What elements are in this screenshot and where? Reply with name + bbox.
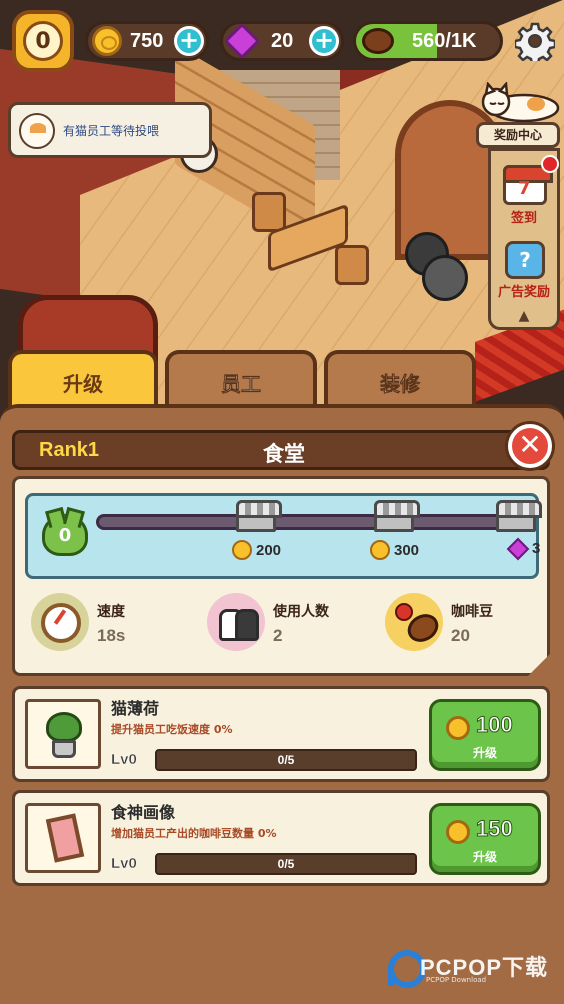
- panel-header: Rank1 食堂: [12, 430, 550, 470]
- cats-icon: [207, 593, 265, 651]
- milestone-2[interactable]: [374, 500, 420, 536]
- tab-decorate[interactable]: 装修: [324, 350, 476, 412]
- calendar-day: 7: [518, 178, 531, 199]
- player-level-badge[interactable]: 0: [12, 10, 74, 72]
- room-level-cat-icon: 0: [42, 514, 88, 556]
- plant-leaves: [46, 712, 82, 742]
- reward-cat-mascot: [478, 80, 560, 123]
- player-level-value: 0: [23, 21, 63, 61]
- item-name: 猫薄荷: [111, 699, 160, 718]
- upgrade-cost: 100: [476, 712, 514, 738]
- milestone-2-value: 300: [394, 541, 420, 559]
- shop-icon: [374, 500, 420, 532]
- plant-pot: [52, 740, 76, 758]
- coffee-beans-counter: 560/1K: [353, 21, 503, 61]
- collapse-chevron-icon[interactable]: ▲: [514, 308, 534, 324]
- milestone-1[interactable]: [236, 500, 282, 536]
- item-level: Lv0: [111, 751, 137, 768]
- add-coins-button[interactable]: +: [174, 26, 204, 56]
- shop-icon: [236, 500, 282, 532]
- item-description: 增加猫员工产出的咖啡豆数量 0%: [111, 827, 277, 840]
- picture-frame: [45, 813, 85, 863]
- milestone-3-cost: 3: [506, 537, 541, 560]
- gems-counter: 20 +: [220, 21, 344, 61]
- gems-value: 20: [271, 29, 294, 52]
- milestone-3-value: 3: [532, 540, 541, 557]
- catnip-plant-icon: [25, 699, 101, 769]
- upgrade-cost: 150: [476, 816, 514, 842]
- item-description: 提升猫员工吃饭速度 0%: [111, 723, 233, 736]
- upgrade-button-label: 升级: [472, 746, 497, 760]
- notification-dot-icon: [541, 155, 559, 173]
- stat-speed-label: 速度: [97, 604, 125, 620]
- stat-capacity-value: 2: [273, 626, 283, 645]
- room-stats-card: 0 200 300 3 速度 18s 使用人数 2 咖啡豆 20: [12, 476, 550, 676]
- upgrade-item-portrait: 食神画像 增加猫员工产出的咖啡豆数量 0% Lv0 0/5 150 升级: [12, 790, 550, 886]
- portrait-frame-icon: [25, 803, 101, 873]
- level-track: [96, 514, 528, 530]
- coffee-bean-icon: [362, 28, 394, 54]
- milestone-1-value: 200: [256, 541, 282, 559]
- reward-center-panel: 7 签到 ? 广告奖励 ▲: [488, 148, 560, 330]
- calendar-icon[interactable]: 7: [503, 165, 553, 205]
- settings-gear-icon[interactable]: [514, 20, 556, 62]
- checkin-label[interactable]: 签到: [491, 207, 557, 226]
- tab-staff[interactable]: 员工: [165, 350, 317, 412]
- upgrade-item-catnip: 猫薄荷 提升猫员工吃饭速度 0% Lv0 0/5 100 升级: [12, 686, 550, 782]
- scene-chair: [335, 245, 369, 285]
- cat-avatar-icon: [19, 113, 55, 149]
- stat-speed-value: 18s: [97, 626, 126, 645]
- milestone-3[interactable]: [496, 500, 542, 536]
- stat-capacity-label: 使用人数: [273, 604, 329, 620]
- reward-center-title[interactable]: 奖励中心: [476, 122, 560, 148]
- top-hud: 0 750 + 20 + 560/1K: [0, 0, 564, 80]
- item-progress-bar: 0/5: [155, 749, 417, 771]
- item-progress-bar: 0/5: [155, 853, 417, 875]
- room-level-progress: 0 200 300 3: [25, 493, 542, 579]
- coffee-bean-icon: [385, 593, 443, 651]
- milestone-2-cost: 300: [370, 540, 419, 560]
- gem-icon: [506, 537, 530, 560]
- cat-employee[interactable]: [422, 255, 468, 301]
- item-progress-text: 0/5: [277, 857, 295, 871]
- shop-icon: [496, 500, 542, 532]
- coins-counter: 750 +: [85, 21, 209, 61]
- coin-icon: [446, 716, 470, 740]
- milestone-1-cost: 200: [232, 540, 281, 560]
- coin-icon: [92, 26, 122, 56]
- coffee-beans-value: 560/1K: [412, 29, 477, 52]
- add-gems-button[interactable]: +: [309, 26, 339, 56]
- close-button[interactable]: ✕: [508, 424, 552, 468]
- gem-icon: [223, 22, 261, 60]
- game-screen: 0 750 + 20 + 560/1K 有猫员工等待投喂 奖励中心 7 签到 ?…: [0, 0, 564, 1004]
- watermark-subtext: PCPOP Download: [426, 976, 487, 984]
- coin-icon: [446, 820, 470, 844]
- upgrade-button[interactable]: 150 升级: [429, 803, 541, 875]
- coin-icon: [370, 540, 390, 560]
- notification-text: 有猫员工等待投喂: [63, 124, 160, 138]
- item-level: Lv0: [111, 855, 137, 872]
- ad-reward-label[interactable]: 广告奖励: [491, 281, 557, 300]
- room-title: 食堂: [263, 442, 305, 466]
- upgrade-panel: Rank1 食堂 ✕ 0 200 300 3 速度 18s 使用人数 2 咖啡豆…: [0, 404, 564, 1004]
- notification-bubble[interactable]: 有猫员工等待投喂: [8, 102, 212, 158]
- watermark: PCPOP下载 PCPOP Download: [386, 944, 548, 988]
- upgrade-button[interactable]: 100 升级: [429, 699, 541, 771]
- coin-icon: [232, 540, 252, 560]
- coins-value: 750: [130, 29, 164, 52]
- scene-chair: [252, 192, 286, 232]
- ad-reward-icon[interactable]: ?: [498, 236, 554, 286]
- item-name: 食神画像: [111, 803, 176, 822]
- stat-beans-label: 咖啡豆: [451, 604, 493, 620]
- tab-upgrade[interactable]: 升级: [8, 350, 158, 412]
- clock-icon: [31, 593, 89, 651]
- upgrade-button-label: 升级: [472, 850, 497, 864]
- pcpop-logo-icon: [386, 946, 426, 988]
- stat-beans-value: 20: [451, 626, 470, 645]
- item-progress-text: 0/5: [277, 753, 295, 767]
